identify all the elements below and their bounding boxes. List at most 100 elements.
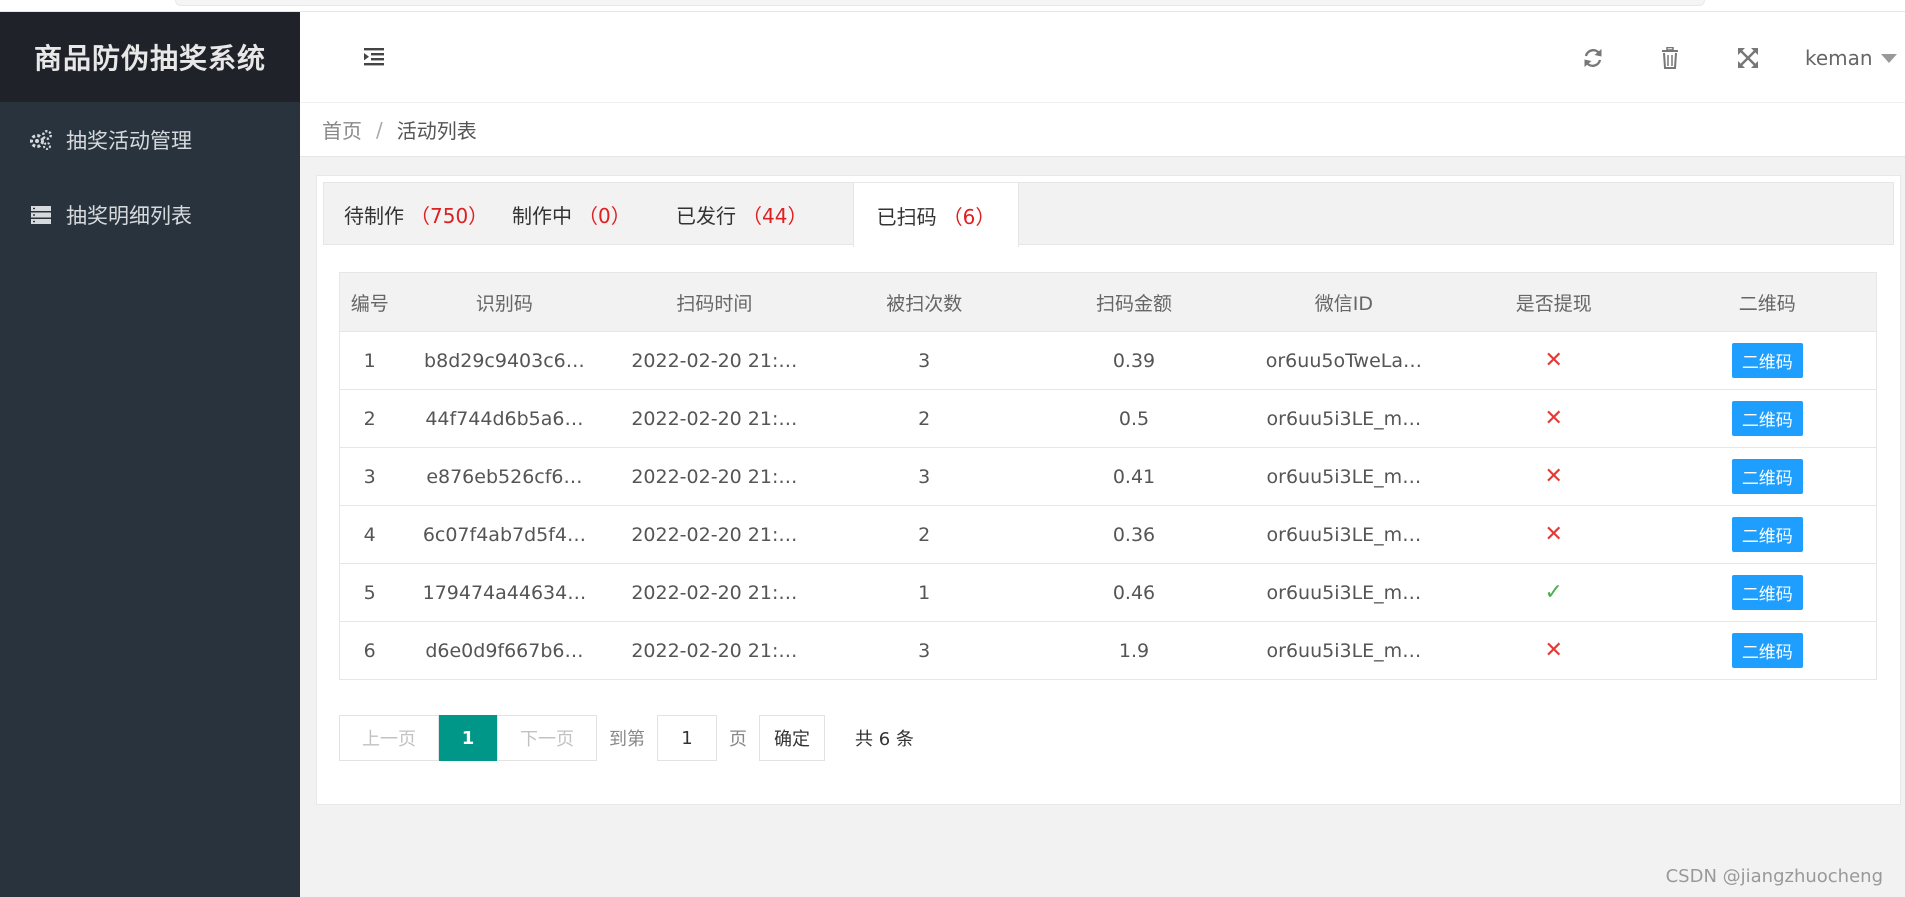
tab-count: （750） [410,204,489,228]
cross-icon: ✕ [1544,522,1563,547]
cell-scans: 1 [819,563,1030,622]
tab-pending[interactable]: 待制作 （750） [344,183,488,246]
cell-code: 179474a44634… [399,563,610,622]
page-number-current[interactable]: 1 [439,715,497,761]
cell-qrcode: 二维码 [1658,563,1877,622]
fullscreen-icon[interactable] [1735,45,1761,71]
goto-label: 到第 [609,729,645,750]
cell-wechat: or6uu5i3LE_m… [1238,505,1449,564]
col-header-amount: 扫码金额 [1029,272,1239,332]
cell-withdrawn: ✕ [1448,331,1659,390]
cell-id: 3 [339,447,400,506]
cell-amount: 0.46 [1029,563,1239,622]
cell-wechat: or6uu5i3LE_m… [1238,447,1449,506]
goto-page-input[interactable] [657,715,717,761]
qrcode-button[interactable]: 二维码 [1731,401,1803,436]
tab-label: 已发行 [676,204,736,228]
col-header-withdrawn: 是否提现 [1448,272,1659,332]
username: keman [1805,46,1873,70]
cell-qrcode: 二维码 [1658,621,1877,680]
menu-collapse-icon[interactable] [362,45,388,69]
goto-confirm-button[interactable]: 确定 [759,715,825,761]
col-header-scan-count: 被扫次数 [819,272,1030,332]
tab-label: 已扫码 [876,204,937,229]
table-row: 3 e876eb526cf6… 2022-02-20 21:… 3 0.41 o… [339,447,1877,506]
refresh-icon[interactable] [1580,45,1606,71]
sidebar: 商品防伪抽奖系统 抽奖活动管理 抽奖明细列表 [0,12,300,897]
cell-time: 2022-02-20 21:… [609,621,820,680]
cell-qrcode: 二维码 [1658,505,1877,564]
trash-icon[interactable] [1657,45,1683,71]
page-unit-label: 页 [729,729,747,750]
sidebar-item-activity-management[interactable]: 抽奖活动管理 [0,102,300,177]
cell-id: 2 [339,389,400,448]
qrcode-button[interactable]: 二维码 [1731,575,1803,610]
browser-top-strip [0,0,1905,12]
cell-code: 6c07f4ab7d5f4… [399,505,610,564]
table-row: 5 179474a44634… 2022-02-20 21:… 1 0.46 o… [339,563,1877,622]
tab-count: （0） [578,204,631,228]
breadcrumb-home[interactable]: 首页 [322,115,362,144]
prev-page-button[interactable]: 上一页 [339,715,439,761]
server-list-icon [28,202,54,228]
caret-down-icon [1880,53,1897,63]
cell-time: 2022-02-20 21:… [609,331,820,390]
cell-id: 5 [339,563,400,622]
cell-wechat: or6uu5i3LE_m… [1238,389,1449,448]
col-header-scan-time: 扫码时间 [609,272,820,332]
table-row: 4 6c07f4ab7d5f4… 2022-02-20 21:… 2 0.36 … [339,505,1877,564]
cell-amount: 0.36 [1029,505,1239,564]
cell-time: 2022-02-20 21:… [609,563,820,622]
pagination: 上一页 1 下一页 到第 页 确定 共 6 条 [339,715,914,761]
cell-scans: 3 [819,331,1030,390]
cell-amount: 0.41 [1029,447,1239,506]
qrcode-button[interactable]: 二维码 [1731,459,1803,494]
cell-id: 4 [339,505,400,564]
cell-wechat: or6uu5oTweLa… [1238,331,1449,390]
cell-withdrawn: ✕ [1448,505,1659,564]
content-card: 待制作 （750） 制作中 （0） 已发行 （44） 已扫码 （6） 编号 识别码 扫码… [316,175,1901,805]
sidebar-item-label: 抽奖活动管理 [66,128,192,153]
user-menu[interactable]: keman [1805,46,1897,70]
breadcrumb: 首页 / 活动列表 [300,102,1905,157]
sidebar-item-detail-list[interactable]: 抽奖明细列表 [0,177,300,252]
cell-code: b8d29c9403c6… [399,331,610,390]
cell-wechat: or6uu5i3LE_m… [1238,563,1449,622]
cell-scans: 2 [819,505,1030,564]
cell-code: e876eb526cf6… [399,447,610,506]
tab-scanned[interactable]: 已扫码 （6） [853,183,1019,247]
col-header-qrcode: 二维码 [1658,272,1877,332]
gears-icon [28,127,54,153]
total-count: 共 6 条 [855,729,914,750]
cell-time: 2022-02-20 21:… [609,447,820,506]
cell-qrcode: 二维码 [1658,447,1877,506]
tab-issued[interactable]: 已发行 （44） [676,183,807,246]
browser-address-bar [175,0,1705,6]
qrcode-button[interactable]: 二维码 [1731,633,1803,668]
cell-withdrawn: ✕ [1448,621,1659,680]
cell-qrcode: 二维码 [1658,331,1877,390]
col-header-id: 编号 [339,272,400,332]
cross-icon: ✕ [1544,464,1563,489]
cell-time: 2022-02-20 21:… [609,389,820,448]
cell-withdrawn: ✓ [1448,563,1659,622]
table-row: 1 b8d29c9403c6… 2022-02-20 21:… 3 0.39 o… [339,331,1877,390]
cross-icon: ✕ [1544,638,1563,663]
breadcrumb-separator: / [376,117,383,142]
tab-count: （44） [742,204,808,228]
tab-in-production[interactable]: 制作中 （0） [512,183,631,246]
next-page-button[interactable]: 下一页 [497,715,597,761]
app-logo-title: 商品防伪抽奖系统 [0,12,300,102]
check-icon: ✓ [1544,580,1563,605]
cell-code: d6e0d9f667b6… [399,621,610,680]
cell-withdrawn: ✕ [1448,447,1659,506]
qrcode-button[interactable]: 二维码 [1731,343,1803,378]
cell-id: 1 [339,331,400,390]
cross-icon: ✕ [1544,406,1563,431]
table-header-row: 编号 识别码 扫码时间 被扫次数 扫码金额 微信ID 是否提现 二维码 [339,272,1877,332]
qrcode-button[interactable]: 二维码 [1731,517,1803,552]
cell-qrcode: 二维码 [1658,389,1877,448]
cell-amount: 0.39 [1029,331,1239,390]
breadcrumb-current: 活动列表 [396,119,477,143]
cell-time: 2022-02-20 21:… [609,505,820,564]
